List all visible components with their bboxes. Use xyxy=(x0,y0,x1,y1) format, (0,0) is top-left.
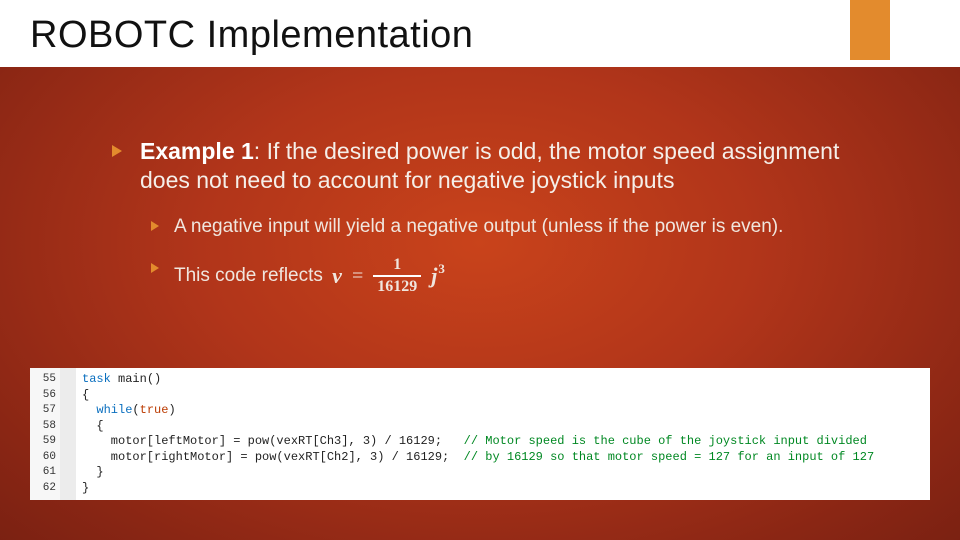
code-line: while(true) xyxy=(82,403,924,419)
sub-bullet-list: A negative input will yield a negative o… xyxy=(150,215,870,296)
formula-den: 16129 xyxy=(373,277,421,295)
code-line: } xyxy=(82,465,924,481)
code-line: motor[leftMotor] = pow(vexRT[Ch3], 3) / … xyxy=(82,434,924,450)
line-number: 59 xyxy=(30,434,56,450)
code-line: { xyxy=(82,388,924,404)
line-number: 56 xyxy=(30,388,56,404)
formula-rhs-base: j xyxy=(431,263,437,288)
bullet-arrow-icon xyxy=(150,219,162,237)
line-number: 60 xyxy=(30,450,56,466)
sub-bullet-2-prefix: This code reflects xyxy=(174,265,328,286)
formula-rhs: j3 xyxy=(431,262,445,291)
line-number-gutter: 5556575859606162 xyxy=(30,368,60,500)
line-number: 62 xyxy=(30,481,56,497)
formula-num: 1 xyxy=(389,257,405,275)
bullet-label: Example 1 xyxy=(140,138,254,164)
line-number: 57 xyxy=(30,403,56,419)
bullet-main: Example 1: If the desired power is odd, … xyxy=(110,137,870,195)
sub-bullet-2-text: This code reflects v = 1 16129 j3 xyxy=(174,257,445,295)
code-line: } xyxy=(82,481,924,497)
breakpoint-column xyxy=(60,368,76,500)
accent-bar xyxy=(850,0,890,60)
formula: v = 1 16129 j3 xyxy=(332,257,445,295)
line-number: 61 xyxy=(30,465,56,481)
line-number: 55 xyxy=(30,372,56,388)
code-lines: task main(){ while(true) { motor[leftMot… xyxy=(76,368,930,500)
bullet-arrow-icon xyxy=(110,143,126,159)
code-line: motor[rightMotor] = pow(vexRT[Ch2], 3) /… xyxy=(82,450,924,466)
formula-fraction: 1 16129 xyxy=(373,257,421,295)
line-number: 58 xyxy=(30,419,56,435)
bullet-main-text: Example 1: If the desired power is odd, … xyxy=(140,137,870,195)
sub-bullet-1-text: A negative input will yield a negative o… xyxy=(174,215,783,240)
bullet-arrow-icon xyxy=(150,261,162,279)
code-line: { xyxy=(82,419,924,435)
formula-lhs: v xyxy=(332,262,342,291)
equals-sign: = xyxy=(352,263,363,289)
code-line: task main() xyxy=(82,372,924,388)
code-block: 5556575859606162 task main(){ while(true… xyxy=(30,368,930,500)
slide-body: Example 1: If the desired power is odd, … xyxy=(0,67,960,295)
sub-bullet-1: A negative input will yield a negative o… xyxy=(150,215,870,240)
slide-title: ROBOTC Implementation xyxy=(30,14,930,57)
formula-rhs-exp: 3 xyxy=(438,261,445,276)
title-bar: ROBOTC Implementation xyxy=(0,0,960,67)
sub-bullet-2: This code reflects v = 1 16129 j3 xyxy=(150,257,870,295)
